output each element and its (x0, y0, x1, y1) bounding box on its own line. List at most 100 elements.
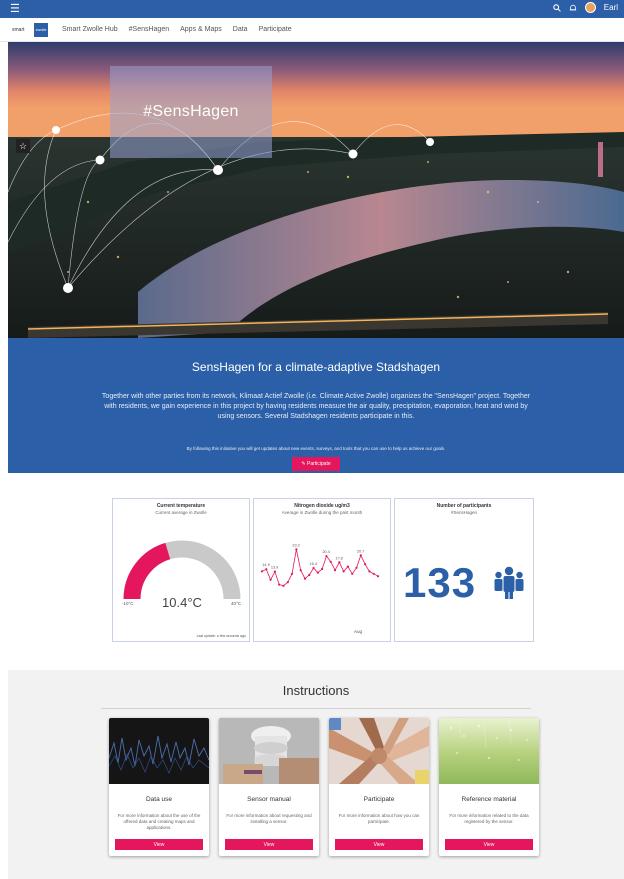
hero-city-image (8, 42, 624, 338)
nitrogen-point (355, 566, 358, 569)
nitrogen-data-label: 13.9 (271, 566, 278, 570)
user-name[interactable]: Earl (604, 3, 618, 12)
nitrogen-point (303, 577, 307, 580)
temperature-gauge-fill (123, 542, 171, 600)
nitrogen-point (321, 567, 324, 571)
card-description: For more information about requesting an… (226, 813, 312, 824)
intro-heading: SensHagen for a climate-adaptive Stadsha… (191, 360, 441, 374)
nitrogen-point (282, 584, 285, 587)
people-icon (494, 566, 524, 599)
nitrogen-point (346, 565, 350, 568)
nitrogen-widget: Nitrogen dioxide ug/m3 Average in Zwolle… (253, 498, 391, 642)
card-title: Data use (145, 796, 173, 803)
participants-subtitle: #SensHagen (450, 510, 478, 515)
view-button[interactable]: View (445, 839, 533, 850)
top-bar: ☰ Earl (0, 0, 624, 18)
nitrogen-point (295, 548, 298, 551)
nitrogen-point (308, 573, 311, 577)
nitrogen-point (278, 583, 281, 586)
hero-title-box: #SensHagen (110, 66, 272, 158)
participate-image (329, 718, 429, 784)
participate-button-label: Participate (306, 461, 331, 467)
nitrogen-point (376, 575, 380, 578)
temperature-gauge (123, 540, 241, 600)
nitrogen-chart: 14.913.9 23.2 15.4 20.4 17.8 20.7 Aug (260, 543, 380, 634)
participants-title: Number of participants (436, 503, 492, 509)
hero-banner: #SensHagen ☆ (8, 42, 624, 338)
last-update: Last update: a few seconds ago (196, 634, 246, 638)
nitrogen-point (325, 554, 328, 558)
card-title: Participate (363, 796, 395, 803)
temperature-max: 40°C (230, 601, 241, 606)
sensor-manual-image (219, 718, 319, 784)
temperature-widget: Current temperature Current average in Z… (112, 498, 250, 642)
nitrogen-point (359, 554, 362, 557)
follow-note: By following this initiative you will ge… (186, 446, 446, 451)
card-description: For more information about the use of th… (117, 813, 201, 830)
nav-link-participate[interactable]: Participate (259, 26, 292, 33)
nitrogen-point (351, 572, 354, 575)
reference-material-image (439, 718, 539, 784)
hamburger-menu-icon[interactable]: ☰ (10, 3, 20, 15)
intro-text: Together with other parties from its net… (101, 393, 531, 420)
nitrogen-point (372, 572, 375, 575)
nav-link-senshagen[interactable]: #SensHagen (129, 26, 169, 33)
site-navigation: smart zwolle Smart Zwolle Hub #SensHagen… (0, 18, 624, 42)
nitrogen-point (269, 578, 272, 581)
view-button[interactable]: View (335, 839, 423, 850)
nitrogen-title: Nitrogen dioxide ug/m3 (294, 503, 350, 509)
star-icon[interactable]: ☆ (16, 139, 30, 153)
nitrogen-point (316, 571, 319, 574)
temperature-title: Current temperature (156, 503, 206, 509)
participate-button[interactable]: ✎ Participate (292, 457, 340, 471)
zwolle-logo[interactable]: zwolle (34, 22, 48, 37)
temperature-subtitle: Current average in Zwolle (155, 510, 207, 515)
nitrogen-data-label: 17.8 (335, 556, 342, 560)
nitrogen-subtitle: Average in Zwolle during the past month (281, 510, 363, 515)
nitrogen-points (260, 548, 380, 587)
nitrogen-point (312, 566, 315, 570)
hero-title: #SensHagen (143, 103, 239, 120)
participants-widget: Number of participants #SensHagen 133 (394, 498, 534, 642)
nitrogen-data-label: 20.7 (357, 549, 364, 553)
card-description: For more information related to the data… (449, 813, 529, 824)
nitrogen-point (338, 561, 341, 564)
temperature-min: -10°C (122, 601, 134, 606)
nitrogen-point (299, 569, 302, 572)
intro-section: SensHagen for a climate-adaptive Stadsha… (8, 338, 624, 473)
participants-count: 133 (403, 559, 477, 606)
nitrogen-data-label: 20.4 (322, 550, 329, 554)
card-participate: Participate For more information about h… (329, 718, 429, 856)
top-bar-actions: Earl (553, 2, 618, 13)
nitrogen-data-label: 15.4 (310, 562, 317, 566)
view-button[interactable]: View (225, 839, 313, 850)
nitrogen-point (364, 563, 367, 566)
view-button[interactable]: View (115, 839, 203, 850)
nitrogen-point (333, 569, 337, 572)
card-sensor-manual: Sensor manual For more information about… (219, 718, 319, 856)
nitrogen-point (260, 570, 264, 573)
nitrogen-point (286, 581, 289, 584)
nav-link-data[interactable]: Data (233, 26, 248, 33)
card-title: Sensor manual (247, 796, 291, 803)
nav-link-smart-zwolle-hub[interactable]: Smart Zwolle Hub (62, 26, 118, 33)
search-icon[interactable] (553, 3, 561, 12)
nitrogen-data-label: 14.9 (262, 563, 269, 567)
card-reference-material: Reference material For more information … (439, 718, 539, 856)
card-title: Reference material (461, 796, 517, 803)
nitrogen-point (273, 570, 276, 573)
nitrogen-data-label: 23.2 (292, 543, 299, 547)
user-avatar[interactable] (584, 2, 596, 13)
nitrogen-point (342, 570, 345, 573)
smart-logo[interactable]: smart (12, 27, 30, 33)
card-data-use: Data use For more information about the … (109, 718, 209, 856)
nitrogen-point (265, 568, 268, 571)
nitrogen-data-labels: 14.913.9 23.2 15.4 20.4 17.8 20.7 (262, 543, 364, 569)
nav-link-apps-maps[interactable]: Apps & Maps (180, 26, 222, 33)
participate-icon: ✎ (301, 461, 306, 467)
nitrogen-point (368, 570, 371, 573)
nitrogen-point (329, 560, 332, 563)
bell-icon[interactable] (569, 4, 577, 12)
instructions-divider (101, 708, 531, 709)
nitrogen-point (290, 572, 294, 575)
